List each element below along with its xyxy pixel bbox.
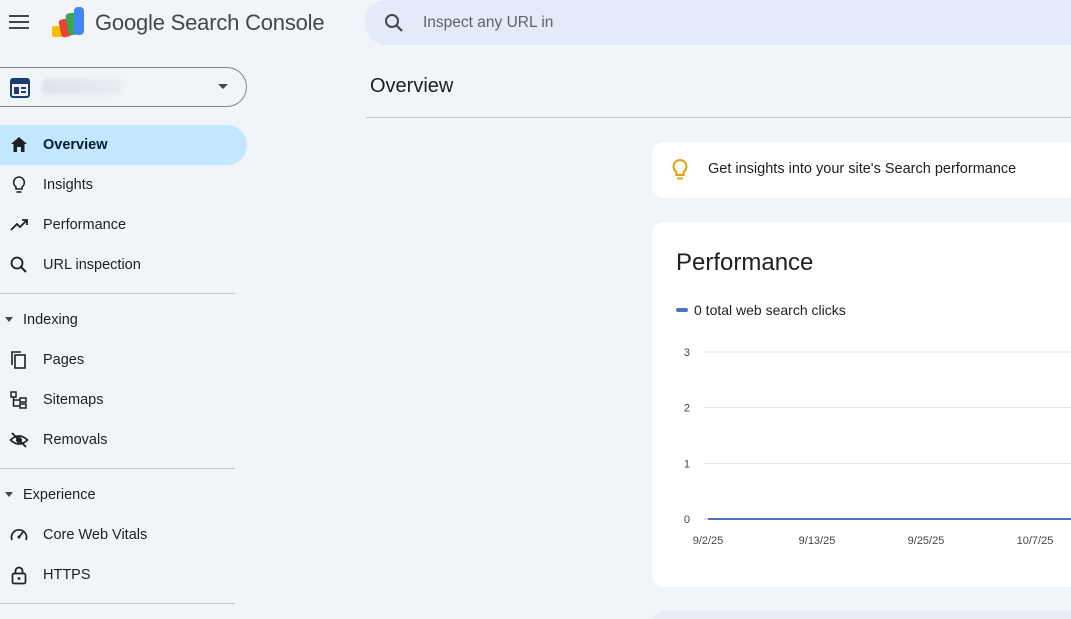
- lightbulb-icon: [12, 176, 26, 193]
- sitemap-icon: [10, 391, 27, 409]
- next-card-peek: [652, 611, 1071, 619]
- collapse-triangle-icon: [5, 317, 13, 322]
- nav-divider: [0, 468, 235, 469]
- x-tick-label: 9/13/25: [799, 535, 836, 547]
- nav-removals[interactable]: Removals: [0, 420, 247, 460]
- title-divider: [366, 117, 1071, 118]
- nav-https[interactable]: HTTPS: [0, 555, 247, 595]
- y-tick-label: 1: [684, 458, 690, 470]
- x-tick-label: 9/2/25: [693, 535, 724, 547]
- section-experience-label: Experience: [23, 487, 96, 503]
- property-name-redacted: [42, 79, 122, 95]
- magnifier-icon: [10, 256, 27, 273]
- nav-core-web-vitals[interactable]: Core Web Vitals: [0, 515, 247, 555]
- nav-https-label: HTTPS: [43, 567, 91, 583]
- hamburger-menu-icon: [9, 15, 29, 29]
- nav-url-inspection[interactable]: URL inspection: [0, 245, 247, 285]
- nav-sitemaps-label: Sitemaps: [43, 392, 104, 408]
- nav-divider: [0, 603, 235, 604]
- nav-pages[interactable]: Pages: [0, 340, 247, 380]
- insights-banner[interactable]: Get insights into your site's Search per…: [652, 142, 1071, 198]
- search-input[interactable]: [423, 13, 1023, 32]
- y-tick-label: 3: [684, 347, 690, 359]
- property-selector[interactable]: [0, 67, 247, 107]
- nav-insights[interactable]: Insights: [0, 165, 247, 205]
- pages-icon: [11, 351, 26, 369]
- nav-url-inspection-label: URL inspection: [43, 257, 141, 273]
- nav-overview-label: Overview: [43, 137, 108, 153]
- nav-performance-label: Performance: [43, 217, 127, 233]
- trending-up-icon: [10, 219, 28, 231]
- nav-insights-label: Insights: [43, 177, 93, 193]
- chart-legend[interactable]: 0 total web search clicks: [676, 302, 846, 318]
- nav-core-web-vitals-label: Core Web Vitals: [43, 527, 148, 543]
- legend-swatch: [676, 308, 688, 312]
- nav-performance[interactable]: Performance: [0, 205, 247, 245]
- lightbulb-icon: [672, 158, 688, 180]
- nav-pages-label: Pages: [43, 352, 85, 368]
- x-tick-label: 10/7/25: [1017, 535, 1054, 547]
- collapse-triangle-icon: [5, 492, 13, 497]
- search-console-logo-icon: [52, 7, 84, 38]
- insights-banner-text: Get insights into your site's Search per…: [708, 161, 1017, 177]
- y-tick-label: 0: [684, 514, 690, 526]
- lock-icon: [11, 566, 27, 585]
- legend-label: 0 total web search clicks: [694, 302, 846, 318]
- main-menu-button[interactable]: [6, 9, 32, 35]
- nav-removals-label: Removals: [43, 432, 108, 448]
- x-tick-label: 9/25/25: [908, 535, 945, 547]
- home-icon: [11, 137, 27, 152]
- nav-divider: [0, 293, 235, 294]
- search-icon: [385, 13, 403, 32]
- search-console-app: Google Search Console Overview Insig: [0, 0, 1071, 619]
- url-inspection-search[interactable]: [365, 0, 1071, 45]
- performance-card: Performance 0 total web search clicks 0 1…: [652, 222, 1071, 587]
- website-property-icon: [10, 78, 30, 98]
- section-indexing-label: Indexing: [23, 312, 78, 328]
- y-tick-label: 2: [684, 403, 690, 415]
- nav-sitemaps[interactable]: Sitemaps: [0, 380, 247, 420]
- section-experience-toggle[interactable]: Experience: [0, 477, 240, 513]
- section-indexing-toggle[interactable]: Indexing: [0, 302, 240, 338]
- speedometer-icon: [10, 529, 28, 541]
- visibility-off-icon: [9, 432, 29, 448]
- nav-overview[interactable]: Overview: [0, 125, 247, 165]
- performance-chart: 0 1 2 3 9/2/25 9/13/25 9/25/25 10/7/25: [684, 347, 1071, 547]
- product-name: Google Search Console: [95, 10, 325, 35]
- page-title: Overview: [370, 75, 454, 97]
- dropdown-caret-icon: [218, 84, 228, 89]
- performance-card-title: Performance: [676, 249, 814, 276]
